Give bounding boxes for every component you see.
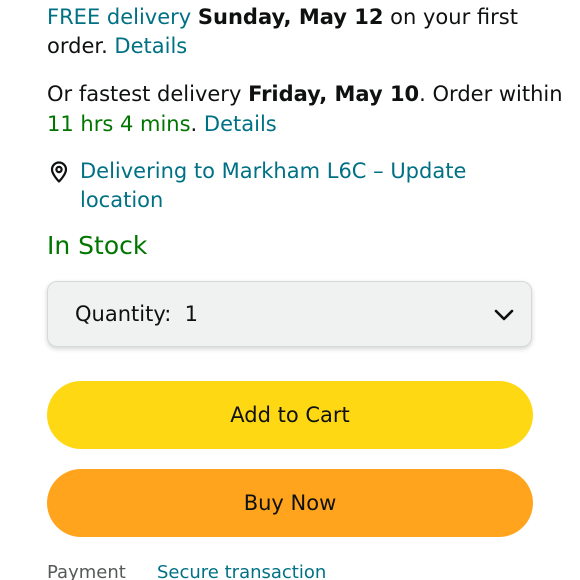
fastest-delivery-line: Or fastest delivery Friday, May 10. Orde… [47, 80, 563, 109]
stock-status: In Stock [47, 231, 148, 260]
buy-now-button[interactable]: Buy Now [47, 469, 533, 537]
add-to-cart-button[interactable]: Add to Cart [47, 381, 533, 449]
free-delivery-date: Sunday, May 12 [197, 5, 384, 29]
fastest-delivery-date: Friday, May 10 [248, 82, 420, 106]
free-delivery-details-link[interactable]: Details [114, 34, 187, 58]
payment-label: Payment [47, 562, 126, 580]
delivery-location-link-cont[interactable]: location [80, 186, 163, 215]
order-countdown: 11 hrs 4 mins [47, 112, 191, 136]
free-delivery-suffix: on your first [383, 5, 518, 29]
quantity-label-text: Quantity: [75, 302, 172, 326]
quantity-dropdown[interactable]: Quantity: 1 [47, 281, 532, 347]
delivery-location-link[interactable]: Delivering to Markham L6C – Update [80, 157, 466, 186]
secure-transaction-link[interactable]: Secure transaction [157, 561, 326, 580]
free-delivery-line-2: order. Details [47, 32, 187, 61]
quantity-value: 1 [184, 302, 199, 326]
fastest-delivery-details-link[interactable]: Details [204, 112, 277, 136]
product-buy-box: FREE delivery Sunday, May 12 on your fir… [0, 0, 580, 580]
free-delivery-line: FREE delivery Sunday, May 12 on your fir… [47, 3, 518, 32]
chevron-down-icon [494, 309, 514, 321]
fastest-delivery-prefix: Or fastest delivery [47, 82, 249, 106]
free-delivery-condition: order. [47, 34, 115, 58]
quantity-label: Quantity: 1 [75, 300, 198, 329]
location-pin-icon [50, 161, 68, 183]
countdown-period: . [190, 112, 198, 136]
free-delivery-link[interactable]: FREE delivery [47, 5, 191, 29]
order-countdown-line: 11 hrs 4 mins. Details [47, 110, 277, 139]
fastest-delivery-suffix: . Order within [419, 82, 563, 106]
